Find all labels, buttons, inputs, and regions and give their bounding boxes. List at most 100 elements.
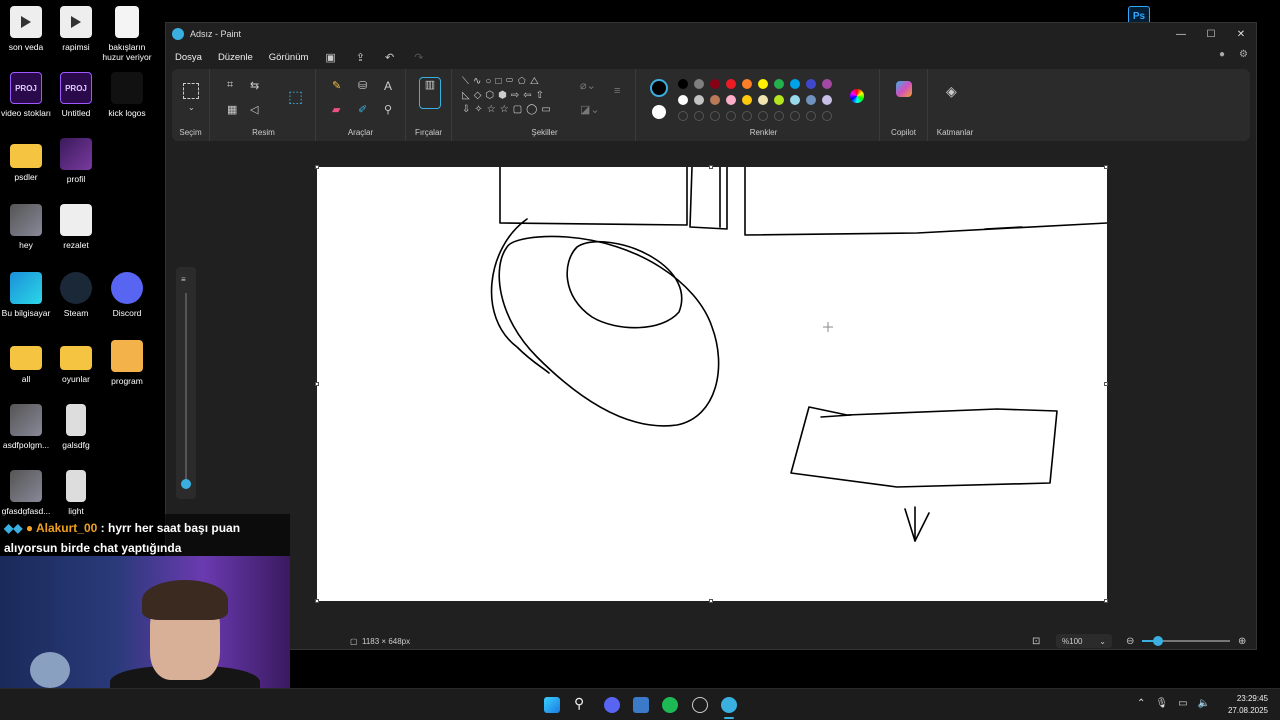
desktop-icon[interactable]: son veda: [0, 6, 52, 52]
palette-swatch[interactable]: [790, 79, 800, 89]
copilot-icon[interactable]: [896, 81, 912, 97]
text-icon[interactable]: A: [384, 79, 392, 93]
network-icon[interactable]: ▭: [1178, 698, 1187, 709]
rotate-icon[interactable]: ◁: [250, 103, 258, 116]
slider-knob[interactable]: [181, 479, 191, 489]
fit-to-window-icon[interactable]: ⊡: [1032, 636, 1040, 647]
undo-icon[interactable]: ↶: [385, 51, 394, 64]
palette-swatch[interactable]: [774, 79, 784, 89]
crop-icon[interactable]: ⌗: [227, 79, 233, 92]
desktop-icon[interactable]: rapimsi: [50, 6, 102, 52]
desktop-icon[interactable]: asdfpolgm...: [0, 404, 52, 450]
brush-size-slider[interactable]: ≡: [176, 267, 196, 499]
custom-color-slot[interactable]: [774, 111, 784, 121]
app-icon[interactable]: [692, 697, 708, 713]
resize-handle[interactable]: [1104, 382, 1108, 386]
secondary-color-swatch[interactable]: [652, 105, 666, 119]
palette-swatch[interactable]: [678, 79, 688, 89]
edit-colors-icon[interactable]: [850, 89, 864, 103]
fill-icon[interactable]: ◪⌄: [580, 103, 600, 116]
desktop-icon[interactable]: PROJ video stokları: [0, 72, 52, 118]
palette-swatch[interactable]: [806, 95, 816, 105]
palette-swatch[interactable]: [726, 79, 736, 89]
layers-icon[interactable]: ◈: [946, 83, 957, 100]
maximize-icon[interactable]: ☐: [1196, 23, 1226, 45]
redo-icon[interactable]: ↷: [414, 51, 423, 64]
desktop-icon[interactable]: light: [50, 470, 102, 516]
custom-color-slot[interactable]: [790, 111, 800, 121]
size-icon[interactable]: ≡: [614, 85, 620, 97]
desktop-icon[interactable]: all: [0, 340, 52, 384]
resize-handle[interactable]: [709, 599, 713, 603]
custom-color-slot[interactable]: [694, 111, 704, 121]
palette-swatch[interactable]: [758, 79, 768, 89]
paint-taskbar-icon[interactable]: [721, 697, 737, 713]
palette-swatch[interactable]: [742, 79, 752, 89]
desktop-icon[interactable]: Steam: [50, 272, 102, 318]
eraser-icon[interactable]: ▰: [332, 103, 340, 116]
palette-swatch[interactable]: [694, 95, 704, 105]
desktop-icon[interactable]: Bu bilgisayar: [0, 272, 52, 318]
zoom-out-icon[interactable]: ⊖: [1126, 636, 1134, 647]
desktop-icon[interactable]: kick logos: [101, 72, 153, 118]
resize-handle[interactable]: [709, 165, 713, 169]
pencil-icon[interactable]: ✎: [332, 79, 341, 92]
color-picker-icon[interactable]: ✐: [358, 103, 367, 116]
palette-swatch[interactable]: [710, 79, 720, 89]
brush-icon[interactable]: ▥: [419, 77, 441, 109]
zoom-slider-knob[interactable]: [1153, 636, 1163, 646]
desktop-icon[interactable]: gfasdgfasd...: [0, 470, 52, 516]
save-icon[interactable]: ▣: [325, 51, 335, 64]
search-icon[interactable]: ⚲: [574, 695, 590, 711]
select-rect-icon[interactable]: [183, 83, 199, 99]
palette-swatch[interactable]: [790, 95, 800, 105]
resize-handle[interactable]: [1104, 599, 1108, 603]
menu-file[interactable]: Dosya: [175, 52, 202, 63]
zoom-dropdown[interactable]: %100 ⌄: [1056, 634, 1112, 648]
palette-swatch[interactable]: [678, 95, 688, 105]
desktop-icon[interactable]: oyunlar: [50, 340, 102, 384]
desktop-icon[interactable]: galsdfg: [50, 404, 102, 450]
resize-handle[interactable]: [315, 599, 319, 603]
menu-edit[interactable]: Düzenle: [218, 52, 253, 63]
desktop-icon[interactable]: rezalet: [50, 204, 102, 250]
shapes-gallery-icon[interactable]: ⟍∿○□▭⬠△ ◺◇⬡⬢⇨⇦⇧ ⇩✧☆☆▢◯▭: [462, 75, 572, 117]
desktop-icon[interactable]: profil: [50, 138, 102, 184]
custom-color-slot[interactable]: [710, 111, 720, 121]
custom-color-slot[interactable]: [806, 111, 816, 121]
volume-icon[interactable]: 🔈: [1198, 698, 1210, 709]
fill-bucket-icon[interactable]: ⛁: [358, 79, 367, 92]
chevron-up-icon[interactable]: ⌃: [1137, 698, 1145, 709]
custom-color-slot[interactable]: [758, 111, 768, 121]
resize-handle[interactable]: [1104, 165, 1108, 169]
clock[interactable]: 23:29:45 27.08.2025: [1228, 693, 1268, 717]
account-icon[interactable]: ●: [1219, 49, 1225, 60]
minimize-icon[interactable]: —: [1166, 23, 1196, 45]
zoom-in-icon[interactable]: ⊕: [1238, 636, 1246, 647]
chevron-down-icon[interactable]: ⌄: [188, 103, 195, 112]
custom-color-slot[interactable]: [742, 111, 752, 121]
menu-view[interactable]: Görünüm: [269, 52, 309, 63]
palette-swatch[interactable]: [742, 95, 752, 105]
palette-swatch[interactable]: [710, 95, 720, 105]
resize-handle[interactable]: [315, 165, 319, 169]
app-icon[interactable]: [633, 697, 649, 713]
palette-swatch[interactable]: [758, 95, 768, 105]
palette-swatch[interactable]: [806, 79, 816, 89]
desktop-icon[interactable]: PROJ Untitled: [50, 72, 102, 118]
drawing-canvas[interactable]: [317, 166, 1108, 601]
discord-icon[interactable]: [604, 697, 620, 713]
resize-icon[interactable]: ⇆: [250, 79, 259, 92]
microphone-icon[interactable]: 🎙: [1155, 698, 1168, 709]
magnifier-icon[interactable]: ⚲: [384, 103, 392, 116]
resize-handle[interactable]: [315, 382, 319, 386]
close-icon[interactable]: ✕: [1226, 23, 1256, 45]
palette-swatch[interactable]: [774, 95, 784, 105]
palette-swatch[interactable]: [694, 79, 704, 89]
palette-swatch[interactable]: [822, 95, 832, 105]
image-generate-icon[interactable]: ⬚: [288, 87, 303, 107]
desktop-icon[interactable]: program: [101, 340, 153, 386]
remove-bg-icon[interactable]: ▦: [227, 103, 237, 116]
settings-gear-icon[interactable]: ⚙: [1239, 49, 1248, 60]
primary-color-swatch[interactable]: [650, 79, 668, 97]
